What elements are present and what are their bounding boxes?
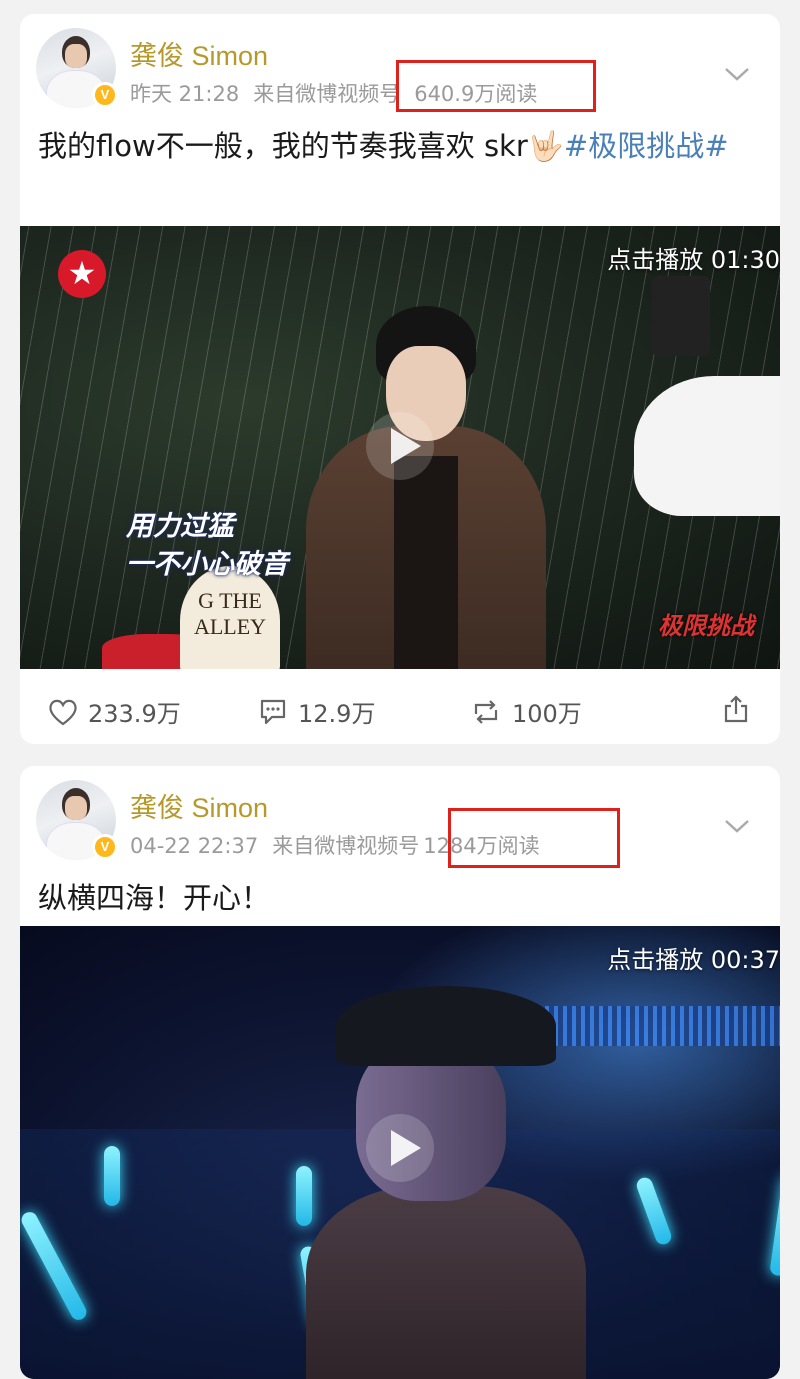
- chevron-down-icon[interactable]: [724, 818, 750, 834]
- comment-icon: [260, 699, 286, 724]
- post-time: 昨天 21:28: [130, 82, 240, 106]
- action-bar: 233.9万 12.9万 100万: [20, 694, 780, 734]
- phone-prop: [652, 276, 710, 356]
- post-text-main: 我的flow不一般，我的节奏我喜欢 skr🤟🏻: [38, 129, 564, 163]
- video-duration-label: 点击播放 01:30: [607, 246, 780, 274]
- post-text: 我的flow不一般，我的节奏我喜欢 skr🤟🏻#极限挑战#: [38, 122, 766, 170]
- video-caption: 用力过猛 一不小心破音: [126, 508, 288, 584]
- heart-icon: [49, 699, 77, 725]
- glow-stick: [104, 1146, 120, 1206]
- author-name[interactable]: 龚俊 Simon: [130, 34, 268, 73]
- post-card[interactable]: V 龚俊 Simon 04-22 22:37 来自微博视频号 1284万阅读 纵横四…: [20, 766, 780, 1379]
- video-player[interactable]: ★ G THE ALLEY 用力过猛 一不小心破音 极限挑战 点击播放 01:3…: [20, 226, 780, 669]
- verified-badge-icon: V: [92, 82, 118, 108]
- share-button[interactable]: [722, 694, 760, 724]
- repost-button[interactable]: 100万: [470, 694, 582, 729]
- verified-badge-icon: V: [92, 834, 118, 860]
- caption-line-1: 用力过猛: [126, 511, 234, 542]
- like-count: 233.9万: [88, 700, 181, 728]
- post-source[interactable]: 来自微博视频号: [272, 834, 419, 858]
- like-button[interactable]: 233.9万: [48, 694, 181, 729]
- hashtag-link[interactable]: #极限挑战#: [564, 129, 729, 163]
- caption-line-2: 一不小心破音: [126, 549, 288, 580]
- show-logo: 极限挑战: [658, 612, 754, 640]
- highlight-box: [396, 60, 596, 112]
- channel-logo-icon: ★: [58, 250, 106, 298]
- video-duration-label: 点击播放 00:37: [607, 946, 780, 974]
- share-icon: [724, 695, 748, 723]
- play-icon[interactable]: [366, 412, 434, 480]
- post-card[interactable]: V 龚俊 Simon 昨天 21:28 来自微博视频号 640.9万阅读 我的flo…: [20, 14, 780, 744]
- author-name[interactable]: 龚俊 Simon: [130, 786, 268, 825]
- video-subject: [306, 306, 546, 669]
- play-icon[interactable]: [366, 1114, 434, 1182]
- background-person: [634, 376, 780, 516]
- repost-count: 100万: [512, 700, 582, 728]
- glow-stick: [296, 1166, 312, 1226]
- post-source[interactable]: 来自微博视频号: [253, 82, 400, 106]
- video-subject: [306, 986, 586, 1379]
- post-time: 04-22 22:37: [130, 834, 259, 858]
- repost-icon: [474, 699, 498, 724]
- comment-count: 12.9万: [298, 700, 376, 728]
- highlight-box: [448, 808, 620, 868]
- post-text: 纵横四海！开心！: [38, 881, 271, 915]
- video-player[interactable]: 点击播放 00:37: [20, 926, 780, 1379]
- chevron-down-icon[interactable]: [724, 66, 750, 82]
- stadium-lights: [536, 1006, 780, 1046]
- comment-button[interactable]: 12.9万: [258, 694, 375, 729]
